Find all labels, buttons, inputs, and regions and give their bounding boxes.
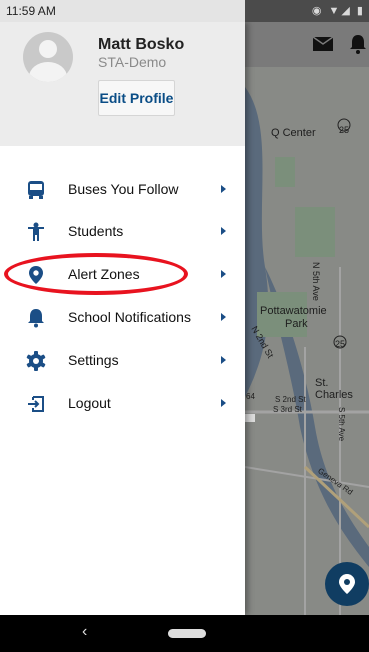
menu-item-label: Students [68, 223, 124, 239]
system-status-icons: ◉ ▼◢ ▮ [311, 5, 365, 17]
map-label-st-charles: St. Charles [315, 377, 353, 401]
menu-item-school-notifications[interactable]: School Notifications [0, 298, 245, 338]
map-label-n-5th-ave: N 5th Ave [311, 262, 321, 301]
menu-item-label: Settings [68, 352, 119, 368]
map-label-s-2nd-st: S 2nd St [275, 395, 306, 404]
user-name: Matt Bosko [98, 36, 185, 53]
system-navigation-bar: ‹ [0, 615, 369, 652]
location-fab-button[interactable] [325, 562, 369, 606]
map-route-shield: 64 [246, 392, 255, 401]
logout-icon [28, 396, 44, 412]
map-label-s-5th-ave: S 5th Ave [337, 407, 346, 442]
menu-item-label: Buses You Follow [68, 181, 179, 197]
notifications-bell-icon[interactable] [349, 34, 367, 54]
gear-icon [26, 351, 46, 371]
menu-item-students[interactable]: Students [0, 212, 245, 252]
status-bar: 11:59 AM ◉ ▼◢ ▮ [0, 0, 369, 22]
avatar [23, 32, 73, 82]
alert-zones-highlight-ring [4, 253, 188, 295]
chevron-right-icon [221, 399, 226, 407]
navigation-drawer: Matt Bosko STA-Demo Edit Profile Buses Y… [0, 22, 245, 615]
bus-icon [28, 181, 44, 199]
map-route-shield: 25 [335, 339, 346, 349]
map-label-park: Park [285, 318, 308, 330]
chevron-right-icon [221, 185, 226, 193]
menu-item-label: Logout [68, 395, 111, 411]
chevron-right-icon [221, 227, 226, 235]
chevron-right-icon [221, 356, 226, 364]
mail-icon[interactable] [313, 37, 333, 51]
menu-item-buses-you-follow[interactable]: Buses You Follow [0, 170, 245, 210]
map-view[interactable]: Q Center 25 N 5th Ave Pottawatomie Park … [245, 67, 369, 615]
menu-item-logout[interactable]: Logout [0, 384, 245, 424]
menu-item-label: School Notifications [68, 309, 191, 325]
map-label-q-center: Q Center [271, 127, 316, 139]
app-topbar [245, 22, 369, 67]
bell-icon [28, 309, 44, 328]
chevron-right-icon [221, 313, 226, 321]
map-label-s-3rd-st: S 3rd St [273, 405, 302, 414]
edit-profile-button[interactable]: Edit Profile [98, 80, 175, 116]
chevron-right-icon [221, 270, 226, 278]
menu-item-settings[interactable]: Settings [0, 341, 245, 381]
back-icon[interactable]: ‹ [82, 623, 87, 641]
app-background: Q Center 25 N 5th Ave Pottawatomie Park … [245, 22, 369, 615]
map-label-pottawatomie: Pottawatomie [260, 305, 327, 317]
status-time: 11:59 AM [6, 4, 56, 18]
home-pill-icon[interactable] [168, 629, 206, 638]
map-pin-icon [339, 574, 355, 594]
profile-header: Matt Bosko STA-Demo Edit Profile [0, 22, 245, 146]
student-icon [28, 222, 44, 241]
user-organization: STA-Demo [98, 54, 167, 70]
map-route-shield: 25 [339, 125, 350, 135]
